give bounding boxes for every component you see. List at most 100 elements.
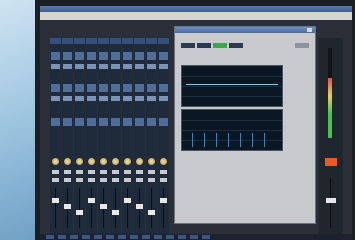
fader-cap[interactable] (88, 198, 95, 203)
pan-knob[interactable] (76, 158, 83, 165)
eq-section[interactable] (147, 52, 156, 60)
dynamics-section[interactable] (51, 64, 60, 69)
routing-section[interactable] (111, 118, 120, 126)
scene-button[interactable] (190, 235, 198, 239)
scene-button[interactable] (154, 235, 162, 239)
scene-button[interactable] (58, 235, 66, 239)
sel-button[interactable] (160, 178, 167, 182)
routing-section[interactable] (75, 118, 84, 126)
eq-section[interactable] (159, 52, 168, 60)
tab-4[interactable] (229, 43, 243, 48)
scene-button[interactable] (106, 235, 114, 239)
aux-section-2[interactable] (63, 96, 72, 101)
eq-section[interactable] (87, 52, 96, 60)
aux-section[interactable] (75, 84, 84, 92)
pan-knob[interactable] (136, 158, 143, 165)
aux-section[interactable] (147, 84, 156, 92)
tab-1[interactable] (181, 43, 195, 48)
routing-section[interactable] (99, 118, 108, 126)
sel-button[interactable] (64, 178, 71, 182)
pan-knob[interactable] (88, 158, 95, 165)
on-button[interactable] (160, 170, 167, 174)
fader-cap[interactable] (160, 198, 167, 203)
panel-button[interactable] (295, 43, 309, 48)
on-button[interactable] (88, 170, 95, 174)
dynamics-section[interactable] (159, 64, 168, 69)
eq-section[interactable] (99, 52, 108, 60)
aux-section[interactable] (123, 84, 132, 92)
eq-section[interactable] (75, 52, 84, 60)
eq-section[interactable] (111, 52, 120, 60)
on-button[interactable] (148, 170, 155, 174)
aux-section[interactable] (87, 84, 96, 92)
aux-section[interactable] (99, 84, 108, 92)
dynamics-section[interactable] (147, 64, 156, 69)
routing-section[interactable] (87, 118, 96, 126)
dynamics-section[interactable] (99, 64, 108, 69)
routing-section[interactable] (51, 118, 60, 126)
pan-knob[interactable] (100, 158, 107, 165)
scene-button[interactable] (166, 235, 174, 239)
pan-knob[interactable] (64, 158, 71, 165)
fader-cap[interactable] (124, 198, 131, 203)
sel-button[interactable] (148, 178, 155, 182)
dynamics-section[interactable] (111, 64, 120, 69)
scene-button[interactable] (142, 235, 150, 239)
master-indicator[interactable] (325, 158, 337, 166)
on-button[interactable] (112, 170, 119, 174)
sel-button[interactable] (112, 178, 119, 182)
pan-knob[interactable] (160, 158, 167, 165)
master-fader-cap[interactable] (326, 198, 336, 203)
fader-cap[interactable] (76, 210, 83, 215)
sel-button[interactable] (136, 178, 143, 182)
eq-section[interactable] (63, 52, 72, 60)
tab-3[interactable] (213, 43, 227, 48)
aux-section-2[interactable] (75, 96, 84, 101)
routing-section[interactable] (63, 118, 72, 126)
aux-section[interactable] (51, 84, 60, 92)
routing-section[interactable] (135, 118, 144, 126)
sel-button[interactable] (52, 178, 59, 182)
scene-button[interactable] (130, 235, 138, 239)
scene-button[interactable] (46, 235, 54, 239)
fader-cap[interactable] (100, 204, 107, 209)
on-button[interactable] (76, 170, 83, 174)
aux-section-2[interactable] (99, 96, 108, 101)
fader-cap[interactable] (64, 204, 71, 209)
on-button[interactable] (100, 170, 107, 174)
fader-cap[interactable] (136, 204, 143, 209)
pan-knob[interactable] (112, 158, 119, 165)
scene-button[interactable] (118, 235, 126, 239)
aux-section-2[interactable] (159, 96, 168, 101)
fader-cap[interactable] (52, 198, 59, 203)
sel-button[interactable] (88, 178, 95, 182)
pan-knob[interactable] (148, 158, 155, 165)
aux-section-2[interactable] (123, 96, 132, 101)
aux-section-2[interactable] (147, 96, 156, 101)
aux-section-2[interactable] (135, 96, 144, 101)
dynamics-section[interactable] (123, 64, 132, 69)
dynamics-section[interactable] (75, 64, 84, 69)
pan-knob[interactable] (52, 158, 59, 165)
routing-section[interactable] (159, 118, 168, 126)
dynamics-section[interactable] (87, 64, 96, 69)
eq-section[interactable] (135, 52, 144, 60)
aux-section[interactable] (63, 84, 72, 92)
eq-section[interactable] (123, 52, 132, 60)
on-button[interactable] (64, 170, 71, 174)
scene-button[interactable] (70, 235, 78, 239)
aux-section[interactable] (111, 84, 120, 92)
sel-button[interactable] (76, 178, 83, 182)
routing-section[interactable] (123, 118, 132, 126)
on-button[interactable] (52, 170, 59, 174)
sel-button[interactable] (100, 178, 107, 182)
tab-2[interactable] (197, 43, 211, 48)
close-icon[interactable] (307, 28, 312, 32)
aux-section-2[interactable] (87, 96, 96, 101)
pan-knob[interactable] (124, 158, 131, 165)
on-button[interactable] (124, 170, 131, 174)
scene-button[interactable] (82, 235, 90, 239)
scene-button[interactable] (178, 235, 186, 239)
aux-section[interactable] (135, 84, 144, 92)
fader-cap[interactable] (148, 210, 155, 215)
